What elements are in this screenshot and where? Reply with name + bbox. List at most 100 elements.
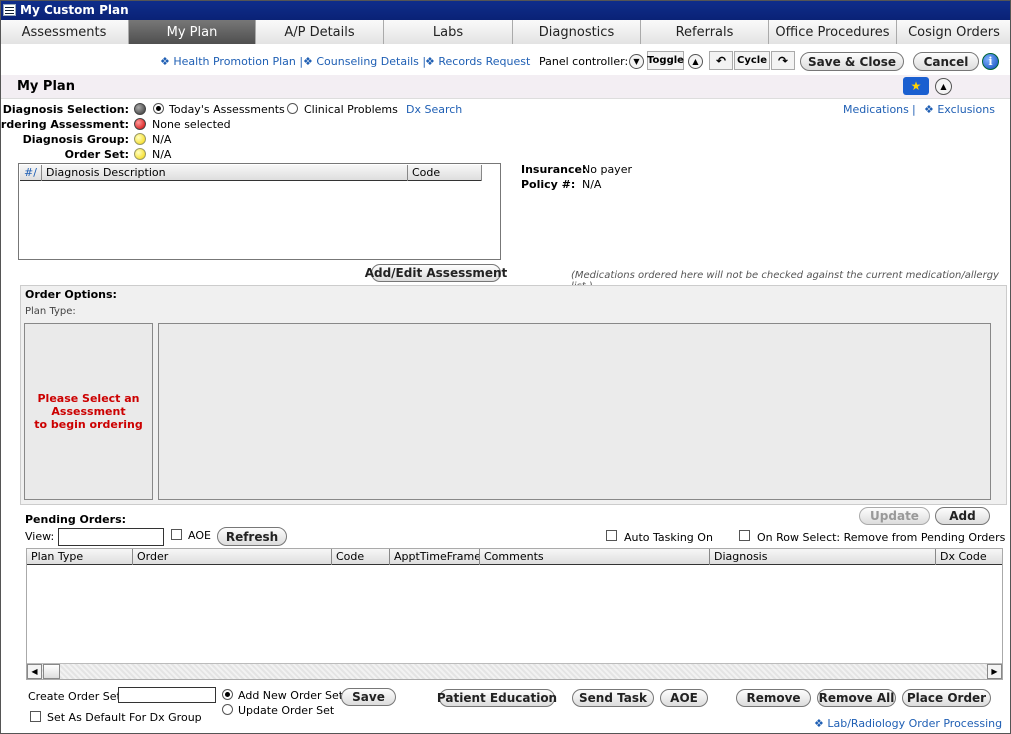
send-task-button[interactable]: Send Task [572,689,654,707]
clinical-problems-label: Clinical Problems [304,103,398,116]
diagnosis-grid[interactable]: #/ Diagnosis Description Code [18,163,501,260]
status-dot-yellow [134,148,146,160]
section-header: My Plan ★ ▲ [0,75,1011,99]
save-order-set-button[interactable]: Save [341,688,396,706]
scroll-left-icon[interactable]: ◀ [27,664,42,679]
panel-down-icon[interactable]: ▼ [629,54,644,69]
add-new-order-set-label: Add New Order Set [238,689,344,702]
create-order-set-label: Create Order Set: [28,690,125,703]
select-assessment-msg-3: to begin ordering [34,418,143,431]
row-select-remove-label: On Row Select: Remove from Pending Order… [757,531,1006,544]
select-assessment-msg-1: Please Select an [37,392,140,405]
refresh-button[interactable]: Refresh [217,527,287,546]
radio-clinical-problems[interactable] [287,103,298,114]
radio-add-new-order-set[interactable] [222,689,233,700]
tab-labs[interactable]: Labs [384,20,513,44]
insurance-value: No payer [582,163,632,176]
status-dot-red [134,118,146,130]
records-request-link[interactable]: ❖ Records Request [425,55,530,68]
diagnosis-group-label: Diagnosis Group: [22,133,129,146]
toggle-button[interactable]: Toggle [647,51,684,70]
scroll-thumb[interactable] [43,664,60,679]
plan-type-label: Plan Type: [25,306,76,317]
patient-education-button[interactable]: Patient Education [437,689,557,707]
aoe-checkbox[interactable] [171,529,182,540]
view-label: View: [25,530,55,543]
medications-link[interactable]: Medications [843,103,909,116]
info-icon[interactable]: i [982,53,999,70]
select-assessment-msg-2: Assessment [51,405,126,418]
remove-button[interactable]: Remove [736,689,811,707]
tab-diagnostics[interactable]: Diagnostics [513,20,641,44]
col-number[interactable]: #/ [20,165,42,181]
counseling-details-link[interactable]: ❖ Counseling Details | [303,55,426,68]
exclusions-link[interactable]: ❖ Exclusions [924,103,995,116]
horizontal-scrollbar[interactable]: ◀ ▶ [27,663,1002,679]
panel-controller-label: Panel controller: [539,55,629,68]
col-diagnosis-description[interactable]: Diagnosis Description [42,165,408,181]
auto-tasking-checkbox[interactable] [606,530,617,541]
window-title: My Custom Plan [20,3,129,17]
add-edit-assessment-button[interactable]: Add/Edit Assessment [365,264,507,282]
default-dx-group-checkbox[interactable] [30,711,41,722]
dx-search-link[interactable]: Dx Search [406,103,462,116]
order-set-value: N/A [152,148,172,161]
tab-cosign-orders[interactable]: Cosign Orders [897,20,1011,44]
plan-type-list[interactable]: Please Select an Assessment to begin ord… [24,323,153,500]
col-order[interactable]: Order [133,549,332,565]
lab-radiology-processing-link[interactable]: ❖ Lab/Radiology Order Processing [814,717,1002,730]
tab-assessments[interactable]: Assessments [0,20,129,44]
tab-referrals[interactable]: Referrals [641,20,769,44]
update-button[interactable]: Update [859,507,930,525]
radio-update-order-set[interactable] [222,704,233,715]
diagnosis-grid-header: #/ Diagnosis Description Code [20,165,482,181]
create-order-set-input[interactable] [118,687,216,703]
undo-icon[interactable]: ↶ [709,51,733,70]
col-code[interactable]: Code [332,549,390,565]
col-diagnosis[interactable]: Diagnosis [710,549,936,565]
order-options-content[interactable] [158,323,991,500]
todays-assessments-label: Today's Assessments [169,103,285,116]
policy-label: Policy #: [521,178,576,191]
pending-orders-grid[interactable]: Plan Type Order Code ApptTimeFrame Comme… [26,548,1003,680]
health-promotion-plan-link[interactable]: ❖ Health Promotion Plan | [160,55,303,68]
tab-ap-details[interactable]: A/P Details [256,20,384,44]
page-title: My Plan [17,79,75,94]
scroll-right-icon[interactable]: ▶ [987,664,1002,679]
order-options-title: Order Options: [25,288,117,301]
add-button[interactable]: Add [935,507,990,525]
pending-orders-title: Pending Orders: [25,513,127,526]
col-comments[interactable]: Comments [480,549,710,565]
aoe-label: AOE [188,529,211,542]
tab-my-plan[interactable]: My Plan [129,20,256,44]
remove-all-button[interactable]: Remove All [817,689,896,707]
col-plan-type[interactable]: Plan Type [27,549,133,565]
col-appt-time-frame[interactable]: ApptTimeFrame [390,549,480,565]
status-dot-gray [134,103,146,115]
redo-icon[interactable]: ↷ [771,51,795,70]
ordering-assessment-value: None selected [152,118,231,131]
update-order-set-label: Update Order Set [238,704,335,717]
diagnosis-selection-label: Diagnosis Selection: [2,103,129,116]
favorite-star-icon[interactable]: ★ [903,77,929,95]
link-separator: | [912,103,916,116]
col-code[interactable]: Code [408,165,482,181]
collapse-up-icon[interactable]: ▲ [935,78,952,95]
window-icon [3,4,16,16]
col-dx-code[interactable]: Dx Code [936,549,1002,565]
order-set-label: Order Set: [64,148,129,161]
view-input[interactable] [58,528,164,546]
row-select-remove-checkbox[interactable] [739,530,750,541]
tab-bar: Assessments My Plan A/P Details Labs Dia… [0,20,1011,44]
radio-todays-assessments[interactable] [153,103,164,114]
tab-office-procedures[interactable]: Office Procedures [769,20,897,44]
place-order-button[interactable]: Place Order [902,689,991,707]
cycle-button[interactable]: Cycle [734,51,770,70]
auto-tasking-label: Auto Tasking On [624,531,713,544]
ordering-assessment-label: Ordering Assessment: [0,118,129,131]
panel-up-icon[interactable]: ▲ [688,54,703,69]
pending-orders-header: Plan Type Order Code ApptTimeFrame Comme… [27,549,1002,565]
footer-aoe-button[interactable]: AOE [660,689,708,707]
cancel-button[interactable]: Cancel [913,52,979,71]
save-close-button[interactable]: Save & Close [800,52,904,71]
